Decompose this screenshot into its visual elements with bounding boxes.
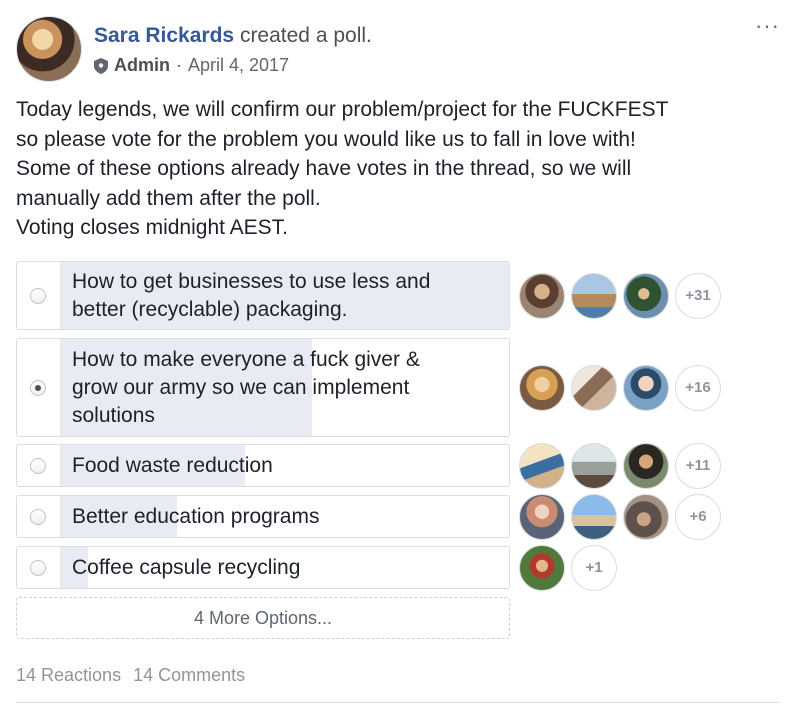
- poll-option: How to get businesses to use less and be…: [16, 261, 776, 330]
- poll-option-label: How to get businesses to use less and be…: [72, 268, 495, 324]
- voter-avatar[interactable]: [571, 364, 617, 411]
- voter-avatar[interactable]: [519, 272, 565, 319]
- post-footer: 14 Reactions 14 Comments: [16, 665, 245, 686]
- voter-avatars: +31: [519, 272, 721, 319]
- poll-option-line: grow our army so we can implement: [72, 376, 410, 399]
- radio-cell: [17, 547, 61, 588]
- more-voters-count[interactable]: +11: [675, 442, 721, 489]
- more-voters-count[interactable]: +1: [571, 544, 617, 591]
- voter-avatar[interactable]: [571, 272, 617, 319]
- poll-option-label: Food waste reduction: [72, 452, 495, 480]
- poll-option-line: How to get businesses to use less and: [72, 270, 431, 293]
- voter-avatar[interactable]: [519, 442, 565, 489]
- radio-cell: [17, 339, 61, 436]
- more-voters-count[interactable]: +6: [675, 493, 721, 540]
- more-voters-count[interactable]: +31: [675, 272, 721, 319]
- author-name-link[interactable]: Sara Rickards: [94, 24, 234, 47]
- voter-avatar[interactable]: [519, 364, 565, 411]
- voter-avatar[interactable]: [623, 364, 669, 411]
- comments-count-link[interactable]: 14 Comments: [133, 665, 245, 686]
- poll-option-line: better (recyclable) packaging.: [72, 298, 348, 321]
- voter-avatar[interactable]: [571, 493, 617, 540]
- voter-avatars: +6: [519, 493, 721, 540]
- poll-option-box[interactable]: Coffee capsule recycling: [16, 546, 510, 589]
- admin-shield-icon: [94, 57, 108, 74]
- post-body-line: manually add them after the poll.: [16, 186, 321, 210]
- voter-avatars: +16: [519, 364, 721, 411]
- poll-radio-button-selected[interactable]: [30, 379, 46, 396]
- poll-radio-button[interactable]: [30, 457, 46, 474]
- poll-option-line: Food waste reduction: [72, 454, 273, 477]
- author-line: Sara Rickards created a poll.: [94, 22, 372, 50]
- voter-avatars: +11: [519, 442, 721, 489]
- poll-option-label: Coffee capsule recycling: [72, 554, 495, 582]
- radio-cell: [17, 496, 61, 537]
- post-body-line: so please vote for the problem you would…: [16, 127, 636, 151]
- voter-avatar[interactable]: [623, 493, 669, 540]
- voter-avatar[interactable]: [623, 272, 669, 319]
- post-body-line: Some of these options already have votes…: [16, 157, 632, 180]
- voter-avatar[interactable]: [571, 442, 617, 489]
- footer-divider: [16, 702, 780, 703]
- post-meta: Admin · April 4, 2017: [94, 55, 289, 76]
- reactions-count-link[interactable]: 14 Reactions: [16, 665, 121, 686]
- post-action-text: created a poll.: [239, 24, 372, 47]
- radio-cell: [17, 262, 61, 329]
- more-options-button[interactable]: 4 More Options...: [16, 597, 510, 639]
- poll-option: How to make everyone a fuck giver & grow…: [16, 338, 776, 437]
- poll-option-line: How to make everyone a fuck giver &: [72, 348, 420, 371]
- poll-option-box[interactable]: How to get businesses to use less and be…: [16, 261, 510, 330]
- poll-option-box[interactable]: How to make everyone a fuck giver & grow…: [16, 338, 510, 437]
- radio-cell: [17, 445, 61, 486]
- meta-separator: ·: [176, 55, 182, 75]
- admin-badge-label: Admin: [114, 55, 170, 75]
- poll-option: Food waste reduction +11: [16, 442, 776, 489]
- voter-avatar[interactable]: [519, 544, 565, 591]
- voter-avatar[interactable]: [623, 442, 669, 489]
- poll-radio-button[interactable]: [30, 287, 46, 304]
- poll-option: Better education programs +6: [16, 493, 776, 540]
- post-body: Today legends, we will confirm our probl…: [16, 95, 776, 243]
- poll-option-label: Better education programs: [72, 503, 495, 531]
- post-date-link[interactable]: April 4, 2017: [188, 55, 289, 76]
- more-voters-count[interactable]: +16: [675, 364, 721, 411]
- poll-option-line: Better education programs: [72, 505, 320, 528]
- voter-avatar[interactable]: [519, 493, 565, 540]
- more-options-icon[interactable]: ···: [755, 15, 780, 37]
- poll-option-line: solutions: [72, 404, 155, 427]
- poll-option-label: How to make everyone a fuck giver & grow…: [72, 346, 495, 430]
- poll-radio-button[interactable]: [30, 559, 46, 576]
- voter-avatars: +1: [519, 544, 617, 591]
- poll-option-box[interactable]: Better education programs: [16, 495, 510, 538]
- post-body-line: Today legends, we will confirm our probl…: [16, 98, 669, 121]
- poll-radio-button[interactable]: [30, 508, 46, 525]
- post-header: Sara Rickards created a poll. Admin · Ap…: [16, 15, 780, 86]
- poll-option: Coffee capsule recycling +1: [16, 544, 776, 591]
- post-body-line: Voting closes midnight AEST.: [16, 216, 288, 239]
- author-avatar[interactable]: [16, 16, 82, 82]
- poll-option-line: Coffee capsule recycling: [72, 556, 301, 579]
- poll-option-box[interactable]: Food waste reduction: [16, 444, 510, 487]
